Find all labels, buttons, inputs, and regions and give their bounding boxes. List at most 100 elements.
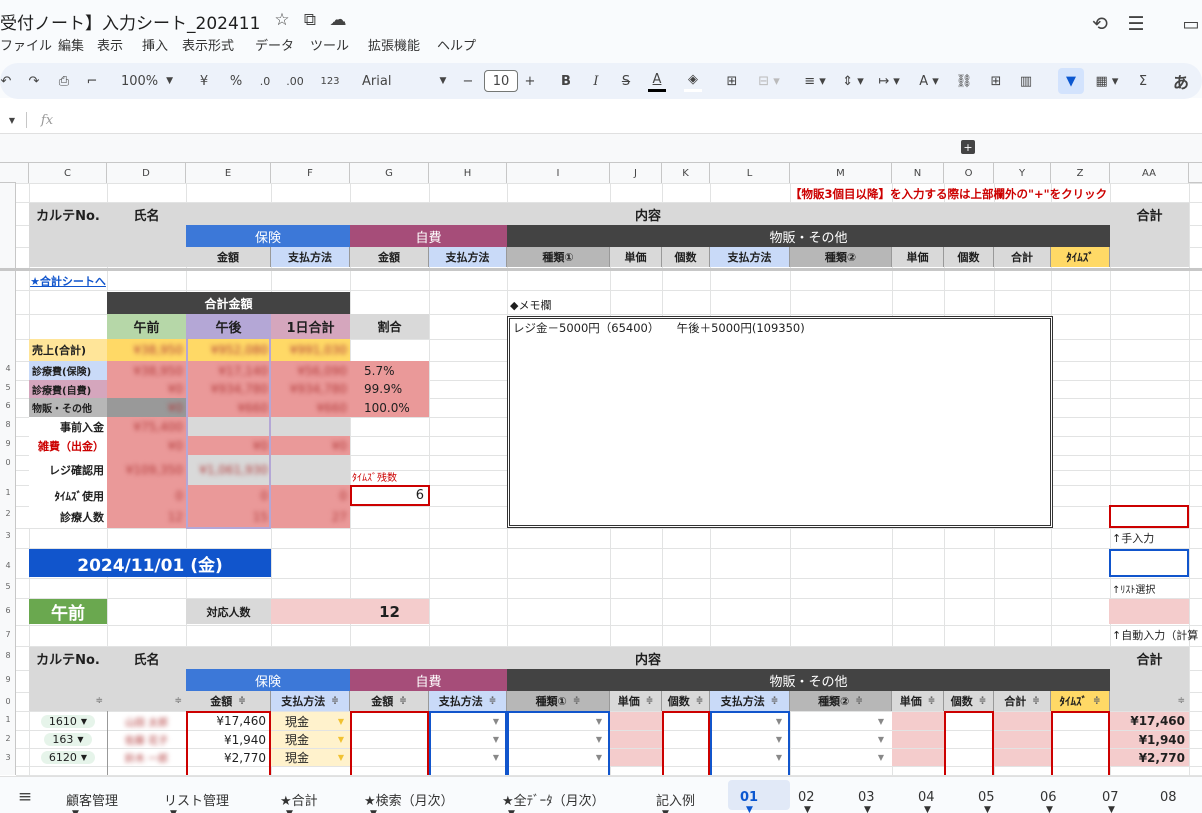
font-size-input[interactable]: 10 [484, 70, 518, 92]
pay-method-select-2[interactable]: 現金 ▼ [271, 749, 350, 766]
am-timesu-header[interactable]: ﾀｲﾑｽﾞ ≑ [1051, 691, 1110, 711]
am-goods-pay-method-header[interactable]: 支払方法 ≑ [710, 691, 790, 711]
sheet-tab-2[interactable]: ★合計▼ [280, 790, 318, 813]
text-color-button[interactable]: A [648, 70, 666, 92]
wrap-icon[interactable]: ↦ ▾ [874, 70, 904, 92]
pay-method-select-1[interactable]: 現金 ▼ [271, 731, 350, 748]
sheet-tab-3[interactable]: ★検索（月次）▼ [364, 790, 454, 813]
filter-icon[interactable]: ≑ [238, 696, 246, 706]
am-total-filter[interactable]: ≑ [1110, 691, 1189, 711]
meet-icon[interactable]: ▭ [1180, 12, 1202, 36]
filter-icon[interactable]: ≑ [979, 696, 987, 706]
karte-no-pill[interactable]: 163 ▼ [44, 733, 92, 746]
menu-help[interactable]: ヘルプ [437, 35, 476, 54]
am-unit-price-header[interactable]: 単価 ≑ [610, 691, 662, 711]
redo-icon[interactable]: ↷ [24, 70, 44, 92]
menu-insert[interactable]: 挿入 [142, 35, 168, 54]
filter-icon[interactable]: ≑ [646, 696, 654, 706]
filter-icon[interactable]: ≑ [855, 696, 863, 706]
am-name-filter[interactable]: ≑ [107, 691, 186, 711]
row-number[interactable]: 7 [0, 630, 16, 639]
percent-button[interactable]: % [228, 70, 244, 92]
filter-icon[interactable]: ≑ [399, 696, 407, 706]
patient-name-0[interactable]: 山田 太郎 [107, 712, 186, 730]
row-number[interactable]: 3 [0, 531, 16, 540]
align-icon[interactable]: ≡ ▾ [800, 70, 830, 92]
sheet-tab-5[interactable]: 記入例▼ [656, 790, 695, 813]
row-number[interactable]: 5 [0, 582, 16, 591]
menu-extensions[interactable]: 拡張機能 [368, 35, 420, 54]
am-quantity-header[interactable]: 個数 ≑ [662, 691, 710, 711]
row-number[interactable]: 4 [0, 561, 16, 570]
am-karte-filter[interactable]: ≑ [29, 691, 107, 711]
functions-button[interactable]: Σ [1134, 70, 1152, 92]
expand-group-icon[interactable]: + [961, 140, 975, 154]
dropdown-cell[interactable]: ▼ [790, 712, 892, 730]
increase-decimal-button[interactable]: .00 [284, 70, 306, 92]
karte-no-select-2[interactable]: 6120 ▼ [29, 749, 107, 766]
total-sheet-link[interactable]: ★合計シートへ [29, 272, 107, 290]
column-header-j[interactable]: J [610, 163, 662, 183]
column-header-m[interactable]: M [790, 163, 892, 183]
row-number[interactable]: 2 [0, 734, 16, 743]
print-icon[interactable]: ⎙ [54, 70, 74, 92]
filter-icon[interactable]: ≑ [928, 696, 936, 706]
comments-icon[interactable]: ☰ [1124, 12, 1148, 36]
merge-icon[interactable]: ⊟ ▾ [752, 70, 786, 92]
sheet-tab-9[interactable]: 04 ▼ [918, 790, 935, 813]
row-number[interactable]: 3 [0, 753, 16, 762]
borders-icon[interactable]: ⊞ [722, 70, 742, 92]
filter-icon[interactable]: ≑ [696, 696, 704, 706]
karte-no-select-0[interactable]: 1610 ▼ [29, 712, 107, 730]
sheet-tab-13[interactable]: 08 [1160, 790, 1177, 805]
menu-file[interactable]: ファイル [0, 35, 52, 54]
row-number[interactable]: 1 [0, 488, 16, 497]
fill-color-icon[interactable]: ◈ [684, 70, 702, 92]
am-pay-method-header[interactable]: 支払方法 ≑ [271, 691, 350, 711]
strikethrough-button[interactable]: S [618, 70, 634, 92]
history-icon[interactable]: ⟲ [1088, 12, 1112, 36]
currency-button[interactable]: ¥ [196, 70, 212, 92]
patient-name-1[interactable]: 佐藤 花子 [107, 731, 186, 748]
row-number[interactable]: 8 [0, 651, 16, 660]
row-number[interactable]: 1 [0, 715, 16, 724]
column-header-i[interactable]: I [507, 163, 610, 183]
column-header-aa[interactable]: AA [1110, 163, 1189, 183]
am-jihi-amount-header[interactable]: 金額 ≑ [350, 691, 429, 711]
sheet-tab-4[interactable]: ★全ﾃﾞｰﾀ（月次）▼ [502, 790, 605, 813]
sheet-tab-12[interactable]: 07 ▼ [1102, 790, 1119, 813]
doc-title[interactable]: 受付ノート】入力シート_202411 [0, 9, 260, 34]
formula-input[interactable] [64, 110, 1194, 130]
font-size-increase-button[interactable]: + [522, 70, 538, 92]
am-amount-header[interactable]: 金額 ≑ [186, 691, 271, 711]
column-header-l[interactable]: L [710, 163, 790, 183]
column-header-o[interactable]: O [944, 163, 994, 183]
row-number[interactable]: 8 [0, 420, 16, 429]
filter-views-icon[interactable]: ▦ ▾ [1092, 70, 1122, 92]
column-header-y[interactable]: Y [994, 163, 1051, 183]
filter-icon[interactable]: ▼ [1058, 68, 1084, 94]
undo-icon[interactable]: ↶ [0, 70, 12, 92]
karte-no-pill[interactable]: 1610 ▼ [40, 714, 96, 728]
column-header-z[interactable]: Z [1051, 163, 1110, 183]
column-header-d[interactable]: D [107, 163, 186, 183]
italic-button[interactable]: I [588, 70, 604, 92]
sheet-tab-8[interactable]: 03 ▼ [858, 790, 875, 813]
sheet-tab-0[interactable]: 顧客管理▼ [66, 790, 118, 813]
am-type2-header[interactable]: 種類② ≑ [790, 691, 892, 711]
filter-icon[interactable]: ≑ [771, 696, 779, 706]
am-subtotal-header[interactable]: 合計 ≑ [994, 691, 1051, 711]
name-box-chevron-icon[interactable]: ▼ [6, 112, 18, 128]
star-icon[interactable]: ☆ [272, 9, 292, 31]
font-select[interactable]: Arial ▼ [362, 70, 472, 92]
row-number[interactable]: 9 [0, 675, 16, 684]
row-number[interactable]: 2 [0, 509, 16, 518]
bold-button[interactable]: B [558, 70, 574, 92]
menu-view[interactable]: 表示 [97, 35, 123, 54]
am-quantity2-header[interactable]: 個数 ≑ [944, 691, 994, 711]
row-number[interactable]: 4 [0, 364, 16, 373]
sheet-tab-10[interactable]: 05 ▼ [978, 790, 995, 813]
menu-data[interactable]: データ [255, 35, 294, 54]
row-number[interactable]: 0 [0, 458, 16, 467]
column-header-g[interactable]: G [350, 163, 429, 183]
